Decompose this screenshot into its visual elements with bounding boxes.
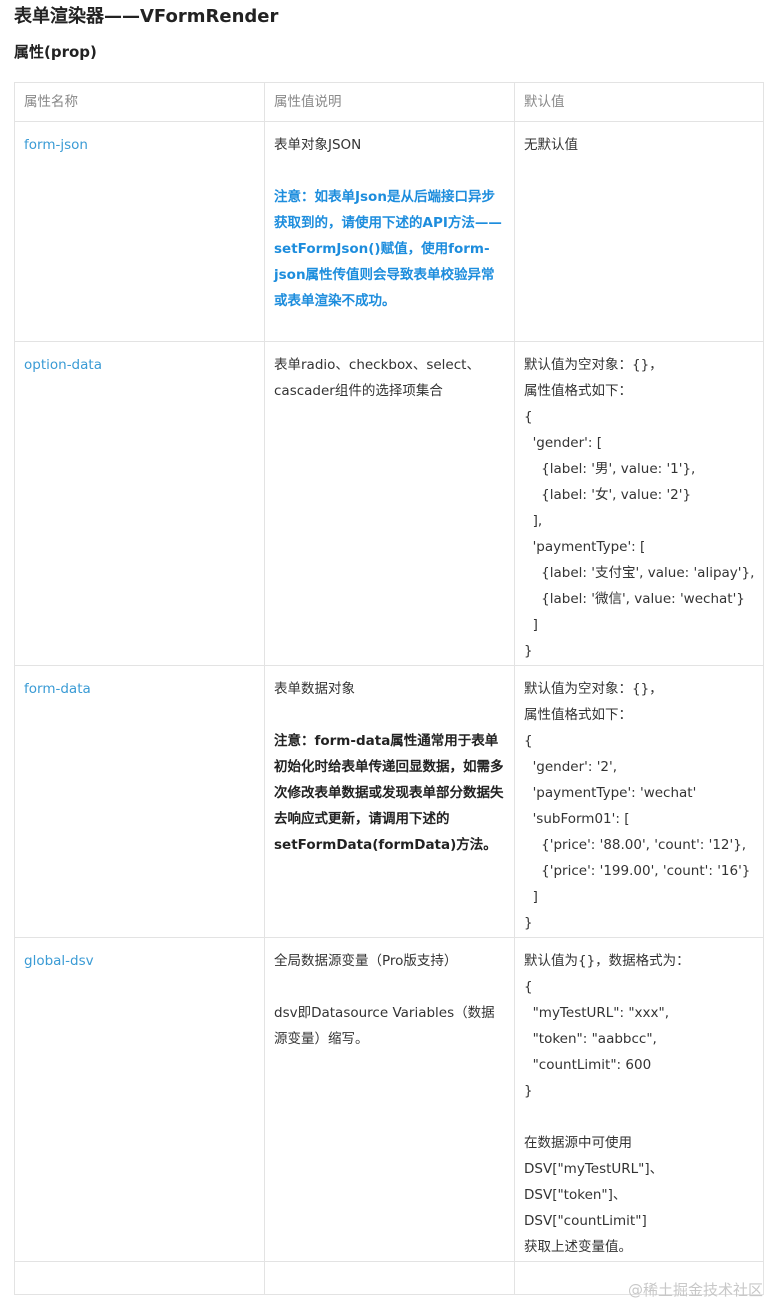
prop-description: 表单radio、checkbox、select、cascader组件的选择项集合: [274, 357, 480, 399]
default-line: {: [524, 733, 533, 749]
default-line: {: [524, 979, 533, 995]
default-line: {: [524, 409, 533, 425]
default-line: DSV["countLimit"]: [524, 1213, 647, 1229]
default-line: ​: [524, 1104, 754, 1130]
default-line: DSV["token"]、: [524, 1187, 627, 1203]
default-line: 'paymentType': 'wechat': [524, 785, 697, 801]
default-line: 默认值为{}，数据格式为：: [524, 953, 690, 969]
default-line: 获取上述变量值。: [524, 1239, 632, 1255]
prop-description: 全局数据源变量（Pro版支持）: [274, 953, 458, 969]
default-line: {label: '女', value: '2'}: [524, 487, 692, 503]
default-line: ],: [524, 513, 543, 529]
default-line: 默认值为空对象：{}，: [524, 357, 663, 373]
prop-description: 表单数据对象: [274, 681, 355, 697]
prop-description-extra: dsv即Datasource Variables（数据源变量）缩写。: [274, 1005, 495, 1047]
default-line: "token": "aabbcc",: [524, 1031, 657, 1047]
default-line: }: [524, 1083, 533, 1099]
default-line: ]: [524, 889, 538, 905]
prop-name: global-dsv: [24, 953, 94, 969]
section-title: 属性(prop): [14, 43, 97, 61]
default-line: 'subForm01': [: [524, 811, 630, 827]
header-prop-desc: 属性值说明: [264, 83, 514, 121]
default-line: {label: '微信', value: 'wechat'}: [524, 591, 745, 607]
props-table: 属性名称 属性值说明 默认值 form-json 表单对象JSON 注意：如表单…: [14, 82, 764, 1295]
default-line: }: [524, 915, 533, 931]
default-line: 无默认值: [524, 137, 578, 153]
default-line: }: [524, 643, 533, 659]
prop-note: 注意：如表单Json是从后端接口异步获取到的，请使用下述的API方法——setF…: [274, 189, 502, 309]
prop-name: option-data: [24, 357, 102, 373]
page-title: 表单渲染器——VFormRender: [14, 6, 279, 27]
table-row: option-data 表单radio、checkbox、select、casc…: [14, 341, 764, 665]
default-line: "myTestURL": "xxx",: [524, 1005, 670, 1021]
prop-note: 注意：form-data属性通常用于表单初始化时给表单传递回显数据，如需多次修改…: [274, 733, 504, 853]
default-line: 默认值为空对象：{}，: [524, 681, 663, 697]
default-line: {label: '男', value: '1'},: [524, 461, 696, 477]
default-value-cell: 无默认值: [514, 122, 764, 341]
default-line: 属性值格式如下：: [524, 707, 632, 723]
default-line: {label: '支付宝', value: 'alipay'},: [524, 565, 755, 581]
default-value-cell: 默认值为空对象：{}， 属性值格式如下： { 'gender': [ {labe…: [514, 342, 764, 665]
default-value-cell: 默认值为{}，数据格式为： { "myTestURL": "xxx", "tok…: [514, 938, 764, 1261]
table-row: form-data 表单数据对象 注意：form-data属性通常用于表单初始化…: [14, 665, 764, 937]
table-row: form-json 表单对象JSON 注意：如表单Json是从后端接口异步获取到…: [14, 121, 764, 341]
header-prop-name: 属性名称: [14, 83, 264, 121]
table-row: global-dsv 全局数据源变量（Pro版支持） dsv即Datasourc…: [14, 937, 764, 1261]
default-line: 'gender': [: [524, 435, 602, 451]
default-line: 'paymentType': [: [524, 539, 646, 555]
prop-name: form-data: [24, 681, 91, 697]
prop-name: form-json: [24, 137, 88, 153]
default-line: ]: [524, 617, 538, 633]
default-line: 'gender': '2',: [524, 759, 618, 775]
header-default-value: 默认值: [514, 83, 764, 121]
default-line: {'price': '199.00', 'count': '16'}: [524, 863, 751, 879]
watermark-text: @稀土掘金技术社区: [627, 1281, 763, 1299]
default-line: 属性值格式如下：: [524, 383, 632, 399]
default-line: {'price': '88.00', 'count': '12'},: [524, 837, 747, 853]
prop-description: 表单对象JSON: [274, 137, 362, 153]
table-header-row: 属性名称 属性值说明 默认值: [14, 82, 764, 121]
default-line: 在数据源中可使用: [524, 1135, 632, 1151]
default-line: "countLimit": 600: [524, 1057, 652, 1073]
default-value-cell: 默认值为空对象：{}， 属性值格式如下： { 'gender': '2', 'p…: [514, 666, 764, 937]
default-line: DSV["myTestURL"]、: [524, 1161, 664, 1177]
